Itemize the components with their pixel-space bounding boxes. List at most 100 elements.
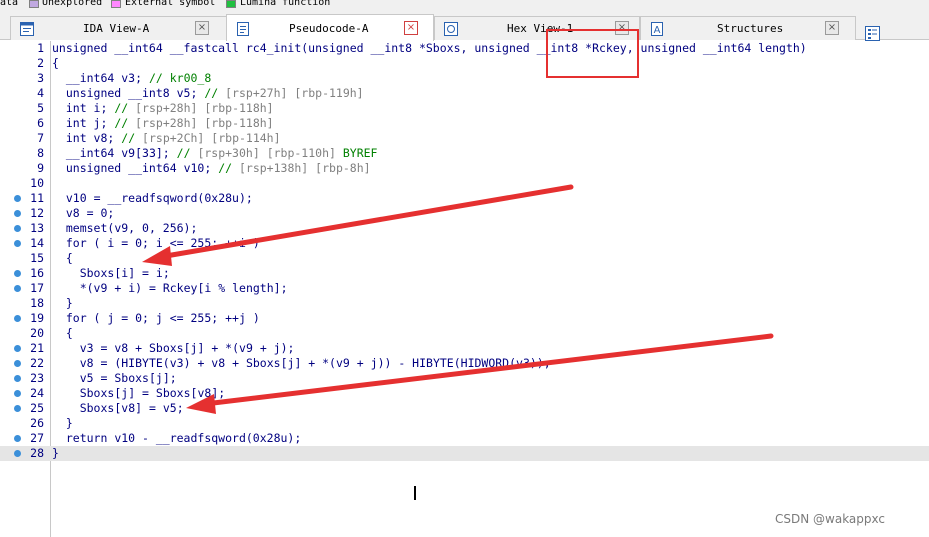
code-text: __int64 v9[33]; // [rsp+30h] [rbp-110h] …	[52, 146, 378, 160]
close-icon[interactable]: ×	[195, 21, 209, 35]
code-text: {	[52, 251, 73, 265]
pseudocode-icon	[237, 22, 249, 36]
line-number: 21	[30, 341, 44, 355]
close-icon[interactable]: ×	[615, 21, 629, 35]
code-line[interactable]: 13 memset(v9, 0, 256);	[0, 221, 929, 236]
line-number: 11	[30, 191, 44, 205]
tab-hex-view-1[interactable]: Hex View-1 ×	[434, 16, 640, 40]
code-line[interactable]: 4 unsigned __int8 v5; // [rsp+27h] [rbp-…	[0, 86, 929, 101]
tab-pseudocode-a[interactable]: Pseudocode-A ×	[226, 14, 434, 41]
line-number: 25	[30, 401, 44, 415]
tab-structures[interactable]: A Structures ×	[640, 16, 856, 40]
code-text: v8 = 0;	[65, 206, 115, 220]
code-line[interactable]: 14 for ( i = 0; i <= 255; ++i )	[0, 236, 929, 251]
code-line[interactable]: 12 v8 = 0;	[0, 206, 929, 221]
code-text: }	[52, 416, 73, 430]
line-number: 7	[37, 131, 44, 145]
line-number: 27	[30, 431, 44, 445]
legend-swatch	[29, 0, 39, 8]
code-line[interactable]: 19 for ( j = 0; j <= 255; ++j )	[0, 311, 929, 326]
code-text: int i; // [rsp+28h] [rbp-118h]	[52, 101, 274, 115]
code-line[interactable]: 16 Sboxs[i] = i;	[0, 266, 929, 281]
code-text: Sboxs[j] = Sboxs[v8];	[79, 386, 226, 400]
legend-bar: ata Unexplored External symbol Lumina funct…	[0, 0, 929, 10]
line-number: 14	[30, 236, 44, 250]
code-line[interactable]: 8 __int64 v9[33]; // [rsp+30h] [rbp-110h…	[0, 146, 929, 161]
watermark: CSDN @wakappxc	[775, 512, 886, 526]
code-line[interactable]: 20 {	[0, 326, 929, 341]
code-text: v3 = v8 + Sboxs[j] + *(v9 + j);	[79, 341, 295, 355]
tab-label: IDA View-A	[83, 22, 150, 35]
code-text: *(v9 + i) = Rckey[i % length];	[52, 281, 288, 295]
code-line[interactable]: 9 unsigned __int64 v10; // [rsp+138h] [r…	[0, 161, 929, 176]
code-line[interactable]: 10	[0, 176, 929, 191]
code-text: unsigned __int8 v5; // [rsp+27h] [rbp-11…	[52, 86, 364, 100]
line-number: 19	[30, 311, 44, 325]
code-line[interactable]: 17 *(v9 + i) = Rckey[i % length];	[0, 281, 929, 296]
line-number: 12	[30, 206, 44, 220]
code-line[interactable]: 3 __int64 v3; // kr00_8	[0, 71, 929, 86]
line-number: 3	[37, 71, 44, 85]
code-text: Sboxs[i] = i;	[79, 266, 170, 280]
line-number: 23	[30, 371, 44, 385]
line-number: 2	[37, 56, 44, 70]
code-line[interactable]: 22 v8 = (HIBYTE(v3) + v8 + Sboxs[j] + *(…	[0, 356, 929, 371]
text-caret	[414, 486, 416, 500]
code-line[interactable]: 27 return v10 - __readfsqword(0x28u);	[0, 431, 929, 446]
code-text: Sboxs[v8] = v5;	[79, 401, 184, 415]
code-line[interactable]: 15 {	[0, 251, 929, 266]
line-number: 24	[30, 386, 44, 400]
code-line[interactable]: 21 v3 = v8 + Sboxs[j] + *(v9 + j);	[0, 341, 929, 356]
line-number: 18	[30, 296, 44, 310]
code-text: int v8; // [rsp+2Ch] [rbp-114h]	[52, 131, 281, 145]
legend-label: Lumina function	[240, 0, 331, 8]
legend-swatch	[111, 0, 121, 8]
code-line[interactable]: 28}	[0, 446, 929, 461]
code-line[interactable]: 2{	[0, 56, 929, 71]
code-text: }	[52, 446, 59, 460]
code-line[interactable]: 1 unsigned __int64 __fastcall rc4_init(un…	[0, 41, 929, 56]
tab-label: Pseudocode-A	[289, 22, 369, 35]
svg-text:A: A	[654, 25, 661, 36]
line-number: 20	[30, 326, 44, 340]
tab-bar: IDA View-A × Pseudocode-A × Hex View-1 ×…	[0, 10, 929, 41]
legend-swatch	[226, 0, 236, 8]
line-number: 26	[30, 416, 44, 430]
line-number: 13	[30, 221, 44, 235]
line-number: 15	[30, 251, 44, 265]
code-text: memset(v9, 0, 256);	[52, 221, 198, 235]
line-number: 10	[30, 176, 44, 190]
legend-label: Unexplored	[42, 0, 103, 8]
code-text: return v10 - __readfsqword(0x28u);	[52, 431, 302, 445]
tab-ida-view-a[interactable]: IDA View-A ×	[10, 16, 236, 40]
pseudocode-editor[interactable]: 1 unsigned __int64 __fastcall rc4_init(un…	[0, 41, 929, 537]
code-text: v8 = (HIBYTE(v3) + v8 + Sboxs[j] + *(v9 …	[79, 356, 551, 370]
code-line[interactable]: 26 }	[0, 416, 929, 431]
close-icon[interactable]: ×	[404, 21, 418, 35]
line-number: 1	[37, 41, 44, 55]
code-text: for ( i = 0; i <= 255; ++i )	[52, 236, 260, 250]
close-icon[interactable]: ×	[825, 21, 839, 35]
line-number: 8	[37, 146, 44, 160]
code-text: v5 = Sboxs[j];	[79, 371, 177, 385]
ida-view-icon	[20, 22, 34, 36]
line-number: 9	[37, 161, 44, 175]
code-line[interactable]: 6 int j; // [rsp+28h] [rbp-118h]	[0, 116, 929, 131]
code-line[interactable]: 24 Sboxs[j] = Sboxs[v8];	[0, 386, 929, 401]
code-line[interactable]: 5 int i; // [rsp+28h] [rbp-118h]	[0, 101, 929, 116]
code-text: for ( j = 0; j <= 255; ++j )	[52, 311, 260, 325]
code-line[interactable]: 7 int v8; // [rsp+2Ch] [rbp-114h]	[0, 131, 929, 146]
line-number: 6	[37, 116, 44, 130]
line-number: 17	[30, 281, 44, 295]
code-text: {	[52, 56, 59, 70]
code-text: v10 = __readfsqword(0x28u);	[65, 191, 253, 205]
line-number: 5	[37, 101, 44, 115]
code-line[interactable]: 23 v5 = Sboxs[j];	[0, 371, 929, 386]
code-line[interactable]: 11 v10 = __readfsqword(0x28u);	[0, 191, 929, 206]
legend-label: External symbol	[125, 0, 216, 8]
code-line[interactable]: 25 Sboxs[v8] = v5;	[0, 401, 929, 416]
tab-label: Hex View-1	[507, 22, 574, 35]
code-text: int j; // [rsp+28h] [rbp-118h]	[52, 116, 274, 130]
code-text: unsigned __int64 __fastcall rc4_init(uns…	[52, 41, 807, 55]
code-line[interactable]: 18 }	[0, 296, 929, 311]
